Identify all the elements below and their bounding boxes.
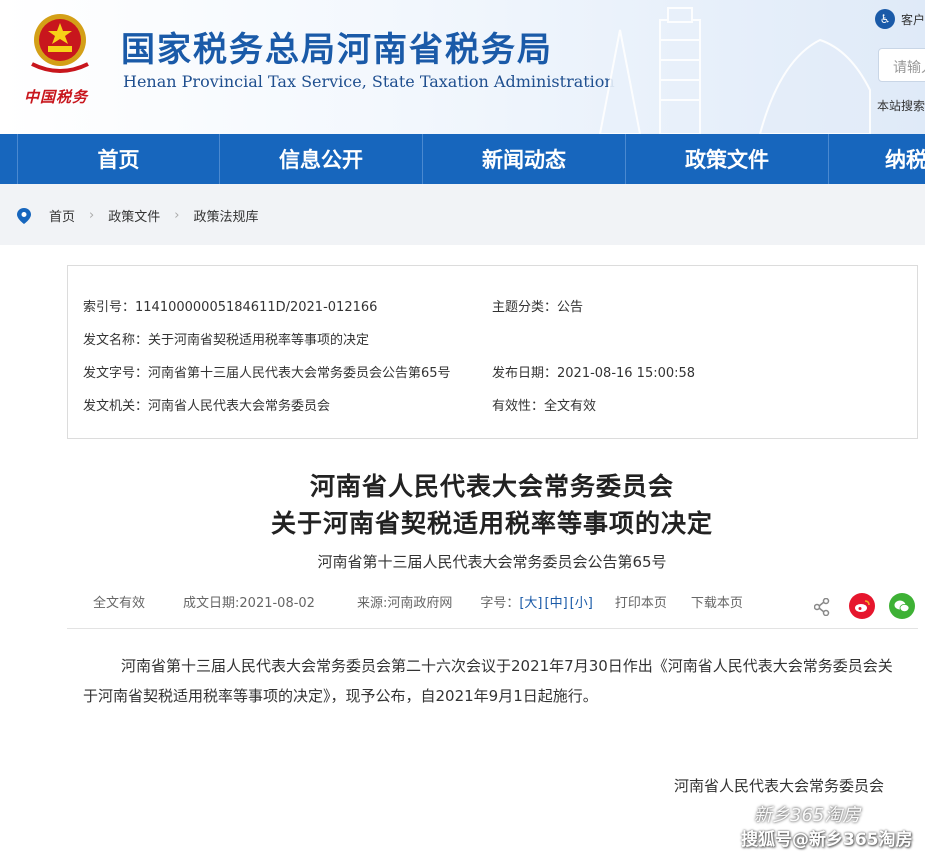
chevron-right-icon: ›	[174, 208, 180, 223]
national-emblem-icon	[31, 14, 89, 73]
font-size-label: 字号：	[480, 596, 520, 611]
nav-item-home[interactable]: 首页	[17, 134, 220, 184]
article-signer: 河南省人民代表大会常务委员会	[674, 777, 885, 795]
location-pin-icon	[17, 207, 31, 224]
download-button[interactable]: 下载本页	[691, 592, 743, 611]
watermark-account-name: 新乡365淘房	[754, 801, 860, 827]
font-size-small-button[interactable]: [小]	[570, 592, 593, 611]
china-tax-logo-text: 中国税务	[24, 88, 89, 106]
meta-index-number: 索引号：11410000005184611D/2021-012166	[83, 300, 378, 315]
article-toolbar: 全文有效 成文日期:2021-08-02 来源:河南政府网 字号： [大] [中…	[93, 592, 743, 611]
wechat-share-button[interactable]	[889, 593, 915, 619]
share-icon[interactable]	[814, 598, 830, 616]
article-doc-number: 河南省第十三届人民代表大会常务委员会公告第65号	[317, 553, 667, 571]
search-input[interactable]: 请输入	[878, 48, 925, 82]
weibo-share-button[interactable]	[849, 593, 875, 619]
meta-publish-date: 发布日期：2021-08-16 15:00:58	[492, 366, 696, 381]
document-meta-box: 索引号：11410000005184611D/2021-012166 主题分类：…	[67, 265, 918, 439]
toolbar-divider	[67, 628, 918, 629]
weibo-icon	[855, 600, 870, 612]
nav-item-news[interactable]: 新闻动态	[423, 134, 626, 184]
source-label: 来源:河南政府网	[356, 596, 453, 611]
font-size-medium-button[interactable]: [中]	[545, 592, 568, 611]
article-body: 河南省第十三届人民代表大会常务委员会第二十六次会议于2021年7月30日作出《河…	[83, 657, 893, 705]
breadcrumb-policy-library[interactable]: 政策法规库	[193, 206, 258, 225]
site-title[interactable]: 国家税务总局河南省税务局	[121, 22, 553, 71]
meta-issuer: 发文机关：河南省人民代表大会常务委员会	[83, 399, 331, 414]
watermark-sohu-account: 搜狐号@新乡365淘房	[741, 830, 913, 850]
watermark-text: 新乡365淘房	[754, 805, 861, 826]
validity-label: 全文有效	[93, 596, 146, 611]
main-nav: 首页 信息公开 新闻动态 政策文件 纳税	[0, 134, 925, 184]
site-header: 中国税务 国家税务总局河南省税务局 Henan Provincial Tax S…	[0, 0, 925, 134]
accessibility-icon: ♿	[874, 9, 895, 29]
meta-document-code: 发文字号：河南省第十三届人民代表大会常务委员会公告第65号	[83, 366, 451, 381]
breadcrumb-policy-documents[interactable]: 政策文件	[108, 206, 160, 225]
nav-item-policy-documents[interactable]: 政策文件	[626, 134, 829, 184]
font-size-large-button[interactable]: [大]	[519, 592, 542, 611]
print-button[interactable]: 打印本页	[615, 592, 667, 611]
nav-item-tax-service[interactable]: 纳税	[829, 134, 925, 184]
nav-item-info-disclosure[interactable]: 信息公开	[220, 134, 423, 184]
site-search-link[interactable]: 本站搜索	[877, 97, 925, 114]
article-panel: 索引号：11410000005184611D/2021-012166 主题分类：…	[17, 245, 925, 858]
established-date: 成文日期:2021-08-02	[183, 596, 315, 611]
breadcrumb-bar: 首页 › 政策文件 › 政策法规库	[0, 184, 925, 245]
site-subtitle: Henan Provincial Tax Service, State Taxa…	[123, 72, 615, 91]
article-title-line1: 河南省人民代表大会常务委员会	[309, 472, 674, 501]
accessibility-mode-link[interactable]: ♿ 客户	[874, 9, 925, 29]
meta-document-name: 发文名称：关于河南省契税适用税率等事项的决定	[83, 333, 370, 348]
city-skyline-illustration	[598, 7, 871, 134]
meta-validity: 有效性：全文有效	[492, 399, 597, 414]
breadcrumb: 首页 › 政策文件 › 政策法规库	[17, 206, 258, 225]
chevron-right-icon: ›	[89, 208, 95, 223]
accessibility-mode-label: 客户	[900, 12, 925, 27]
article-title-line2: 关于河南省契税适用税率等事项的决定	[270, 509, 713, 538]
wechat-icon	[894, 600, 910, 612]
meta-topic: 主题分类：公告	[492, 300, 584, 315]
breadcrumb-home[interactable]: 首页	[49, 206, 75, 225]
